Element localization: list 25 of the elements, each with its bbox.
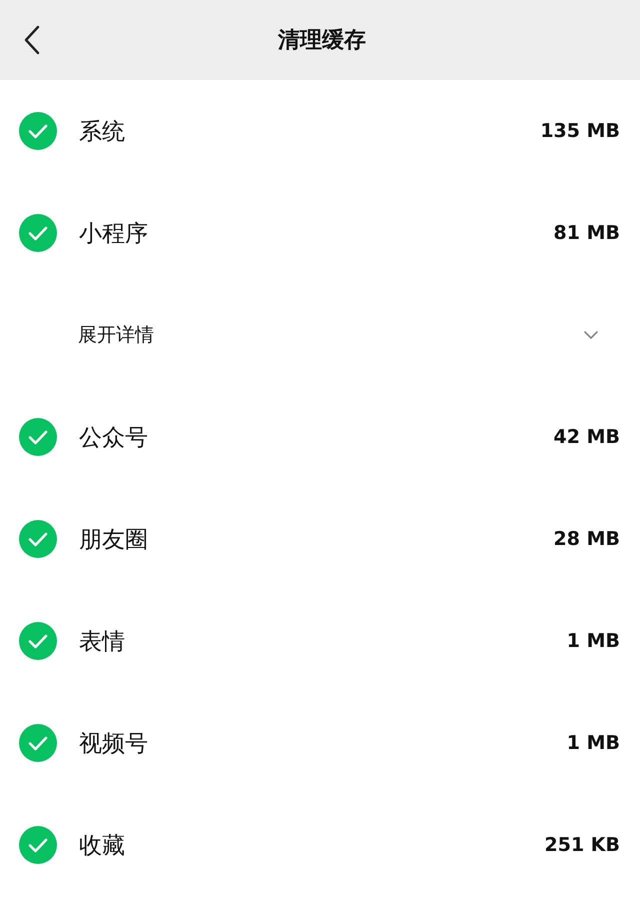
cache-size: 1 MB [566, 630, 620, 652]
category-label: 公众号 [79, 424, 149, 452]
checked-checkbox[interactable] [19, 724, 57, 762]
category-label: 朋友圈 [79, 526, 149, 554]
category-label: 表情 [79, 628, 126, 656]
cache-size: 251 KB [544, 834, 620, 856]
chevron-icon[interactable] [584, 331, 598, 339]
cache-size: 81 MB [554, 222, 620, 244]
cache-size: 1 MB [566, 732, 620, 754]
checked-checkbox[interactable] [19, 214, 57, 252]
checked-checkbox[interactable] [19, 520, 57, 558]
back-icon[interactable] [24, 25, 40, 55]
checked-checkbox[interactable] [19, 418, 57, 456]
category-label: 小程序 [79, 220, 149, 248]
checked-checkbox[interactable] [19, 622, 57, 660]
category-label: 视频号 [79, 730, 149, 758]
checked-checkbox[interactable] [19, 826, 57, 864]
cache-size: 135 MB [540, 120, 620, 142]
cache-size: 28 MB [554, 528, 620, 550]
category-label: 收藏 [79, 832, 126, 860]
expand-details-link[interactable]: 展开详情 [78, 322, 584, 348]
cache-size: 42 MB [554, 426, 620, 448]
category-label: 系统 [79, 118, 126, 146]
screen-title: 清理缓存 [276, 27, 367, 55]
checked-checkbox[interactable] [19, 112, 57, 150]
